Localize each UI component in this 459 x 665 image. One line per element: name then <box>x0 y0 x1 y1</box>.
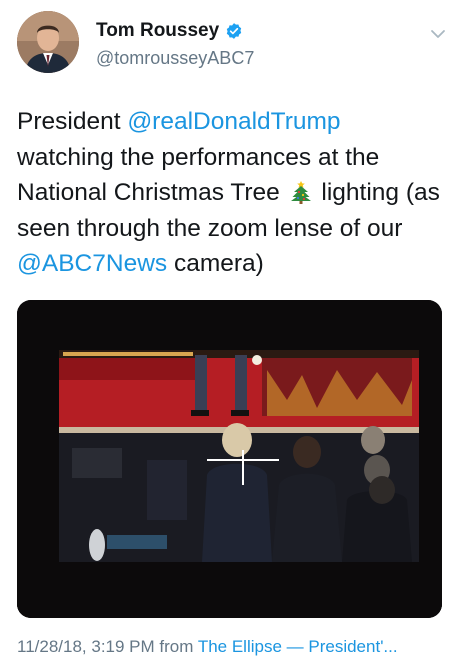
author-handle[interactable]: @tomrousseyABC7 <box>96 48 254 69</box>
tweet-text-part: President <box>17 108 128 135</box>
tweet-photo[interactable] <box>17 300 442 618</box>
from-label: from <box>159 637 194 656</box>
tweet-header: Tom Roussey @tomrousseyABC7 <box>17 11 447 77</box>
tweet-text: President @realDonaldTrump watching the … <box>17 104 442 282</box>
location-source-link[interactable]: The Ellipse — President'... <box>198 637 398 656</box>
chevron-down-icon[interactable] <box>429 25 447 43</box>
mention-link[interactable]: @realDonaldTrump <box>127 108 340 135</box>
verified-badge-icon <box>226 23 242 39</box>
christmas-tree-emoji <box>290 181 311 204</box>
timestamp[interactable]: 11/28/18, 3:19 PM <box>17 637 155 656</box>
tweet-text-part: camera) <box>167 250 264 277</box>
tweet-meta: 11/28/18, 3:19 PM from The Ellipse — Pre… <box>17 637 398 657</box>
mention-link[interactable]: @ABC7News <box>17 250 167 277</box>
camera-viewfinder-photo <box>17 300 442 618</box>
author-name-row: Tom Roussey <box>96 20 243 42</box>
avatar[interactable] <box>17 11 79 73</box>
author-display-name[interactable]: Tom Roussey <box>96 20 219 42</box>
